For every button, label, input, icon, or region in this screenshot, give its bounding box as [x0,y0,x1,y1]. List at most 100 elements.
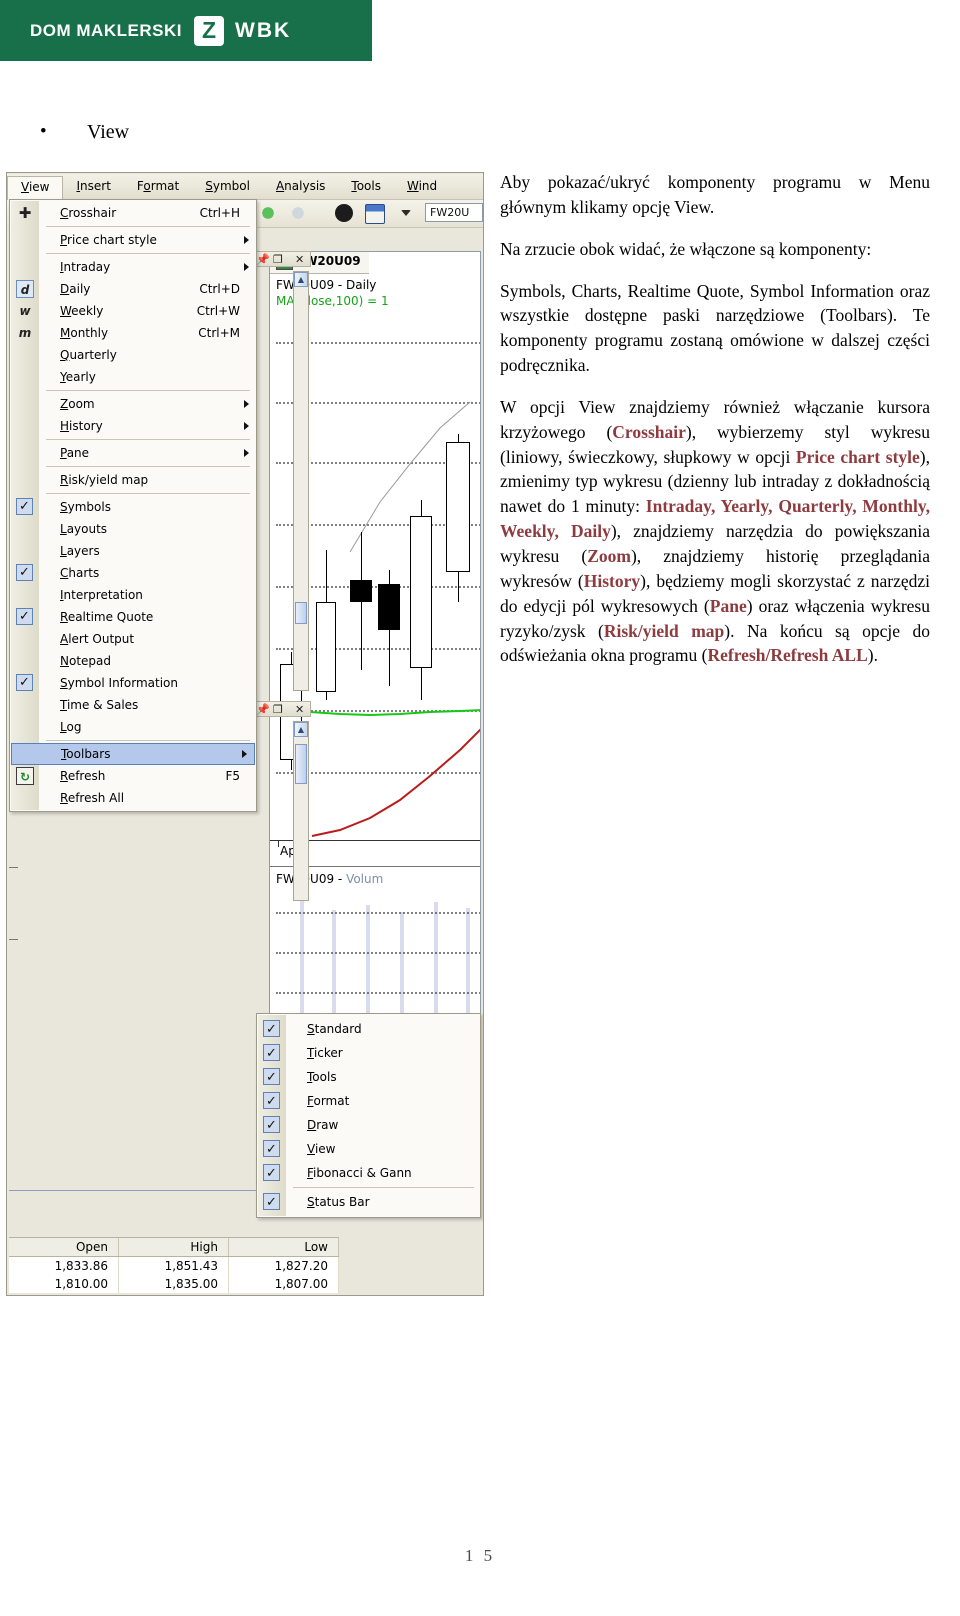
panel-scrollbar-bottom[interactable]: ▲ [293,721,309,901]
toolbar-item-label: Tools [307,1070,337,1084]
menu-item-price-chart-style[interactable]: Price chart style [10,229,256,251]
menu-separator [46,493,250,494]
candlestick [446,434,470,602]
menu-item-label: Intraday [60,260,111,274]
menu-bar-item-insert[interactable]: Insert [63,175,123,198]
pin-icon[interactable]: 📌 [256,253,270,266]
menu-item-yearly[interactable]: Yearly [10,366,256,388]
toolbar-item-label: Ticker [307,1046,343,1060]
p4-text-9: ). [867,645,878,666]
menu-bar-item-format[interactable]: Format [124,175,192,198]
menu-separator [46,439,250,440]
scrollbar-thumb[interactable] [295,744,307,784]
menu-item-refresh[interactable]: ↻ Refresh F5 [10,765,256,787]
menu-item-label: Daily [60,282,91,296]
pin-icon[interactable]: 📌 [256,703,270,716]
view-menu-items: ✚ Crosshair Ctrl+H Price chart style Intrada… [10,202,256,809]
menu-item-daily[interactable]: d Daily Ctrl+D [10,278,256,300]
panel-scrollbar-top[interactable]: ▲ [293,271,309,691]
toolbar-item-format[interactable]: Format [257,1089,480,1114]
menu-item-monthly[interactable]: m Monthly Ctrl+M [10,322,256,344]
submenu-arrow-icon [244,449,249,457]
checkmark-icon [263,1042,280,1066]
menu-item-layouts[interactable]: Layouts [10,518,256,540]
menu-bar-item-view[interactable]: View [7,175,64,200]
toolbar-item-draw[interactable]: Draw [257,1113,480,1138]
menu-item-risk-yield-map[interactable]: Risk/yield map [10,469,256,491]
menu-item-pane[interactable]: Pane [10,442,256,464]
menu-item-zoom[interactable]: Zoom [10,393,256,415]
menu-item-label: Yearly [60,370,96,384]
menu-item-label: Alert Output [60,632,135,646]
menu-item-realtime-quote[interactable]: Realtime Quote [10,606,256,628]
menu-item-refresh-all[interactable]: Refresh All [10,787,256,809]
menu-item-quarterly[interactable]: Quarterly [10,344,256,366]
brand-logo-icon: Z [193,15,225,46]
quotes-column-header[interactable]: High [119,1238,229,1256]
toolbar-item-ticker[interactable]: Ticker [257,1041,480,1066]
menu-item-crosshair[interactable]: ✚ Crosshair Ctrl+H [10,202,256,224]
quotes-column-header[interactable]: Open [9,1238,119,1256]
scrollbar-thumb[interactable] [295,602,307,624]
toolbar-item-tools[interactable]: Tools [257,1065,480,1090]
page-number: 1 5 [464,1546,496,1565]
keyword-refresh: Refresh/Refresh ALL [707,645,868,666]
menu-item-symbol-information[interactable]: Symbol Information [10,672,256,694]
scroll-up-button[interactable]: ▲ [294,722,308,737]
menu-item-weekly[interactable]: w Weekly Ctrl+W [10,300,256,322]
menu-bar-item-symbol[interactable]: Symbol [192,175,263,198]
menu-bar-item-tools[interactable]: Tools [338,175,394,198]
menu-item-notepad[interactable]: Notepad [10,650,256,672]
close-icon[interactable]: ✕ [295,703,304,716]
menu-item-shortcut: F5 [225,769,240,783]
menu-item-intraday[interactable]: Intraday [10,256,256,278]
toolbar-item-label: Status Bar [307,1195,370,1209]
x-axis-tick [278,840,279,847]
toolbar-item-view[interactable]: View [257,1137,480,1162]
menu-item-interpretation[interactable]: Interpretation [10,584,256,606]
m-period-icon: m [18,326,32,340]
menu-item-symbols[interactable]: Symbols [10,496,256,518]
menu-item-label: Symbols [60,500,111,514]
symbol-combo-input[interactable]: FW20U [425,203,483,222]
menu-item-alert-output[interactable]: Alert Output [10,628,256,650]
menu-item-layers[interactable]: Layers [10,540,256,562]
submenu-separator [293,1187,474,1188]
forward-arrow-icon[interactable] [289,204,307,222]
back-arrow-icon[interactable] [259,204,277,222]
toolbar-item-standard[interactable]: Standard [257,1017,480,1042]
toolbar-item-label: Draw [307,1118,339,1132]
menu-bar[interactable]: View Insert Format Symbol Analysis Tools Wind [7,174,483,200]
toolbar-item-fibonacci-gann[interactable]: Fibonacci & Gann [257,1161,480,1186]
quotes-column-header[interactable]: Low [229,1238,339,1256]
d-period-icon: d [16,280,34,298]
dropdown-caret-icon[interactable] [401,210,411,216]
report-icon[interactable] [365,204,385,224]
bullet-icon: • [40,121,47,142]
menu-item-label: Toolbars [61,747,111,761]
info-icon[interactable] [335,204,353,222]
view-dropdown-menu[interactable]: ✚ Crosshair Ctrl+H Price chart style Intrada… [9,199,257,812]
quotes-table-row[interactable]: 1,833.86 1,851.43 1,827.20 [9,1257,339,1275]
menu-item-time-sales[interactable]: Time & Sales [10,694,256,716]
submenu-arrow-icon [242,750,247,758]
menu-bar-item-analysis[interactable]: Analysis [263,175,338,198]
maximize-icon[interactable]: ❐ [273,703,283,716]
menu-item-log[interactable]: Log [10,716,256,738]
menu-item-toolbars[interactable]: Toolbars [11,743,255,765]
quotes-cell: 1,835.00 [119,1275,229,1293]
close-icon[interactable]: ✕ [295,253,304,266]
menu-item-charts[interactable]: Charts [10,562,256,584]
toolbars-submenu[interactable]: Standard Ticker Tools Format Draw View Fibonac… [256,1013,481,1218]
quotes-table-row[interactable]: 1,810.00 1,835.00 1,807.00 [9,1275,339,1293]
menu-item-history[interactable]: History [10,415,256,437]
candlestick [378,570,400,686]
maximize-icon[interactable]: ❐ [273,253,283,266]
scroll-up-button[interactable]: ▲ [294,272,308,287]
menu-bar-item-wind[interactable]: Wind [394,175,450,198]
page-heading: • View [40,121,129,144]
menu-item-label: Weekly [60,304,104,318]
paragraph-4: W opcji View znajdziemy również włączani… [500,395,930,668]
gridline [276,952,480,955]
toolbar-item-status-bar[interactable]: Status Bar [257,1190,480,1215]
